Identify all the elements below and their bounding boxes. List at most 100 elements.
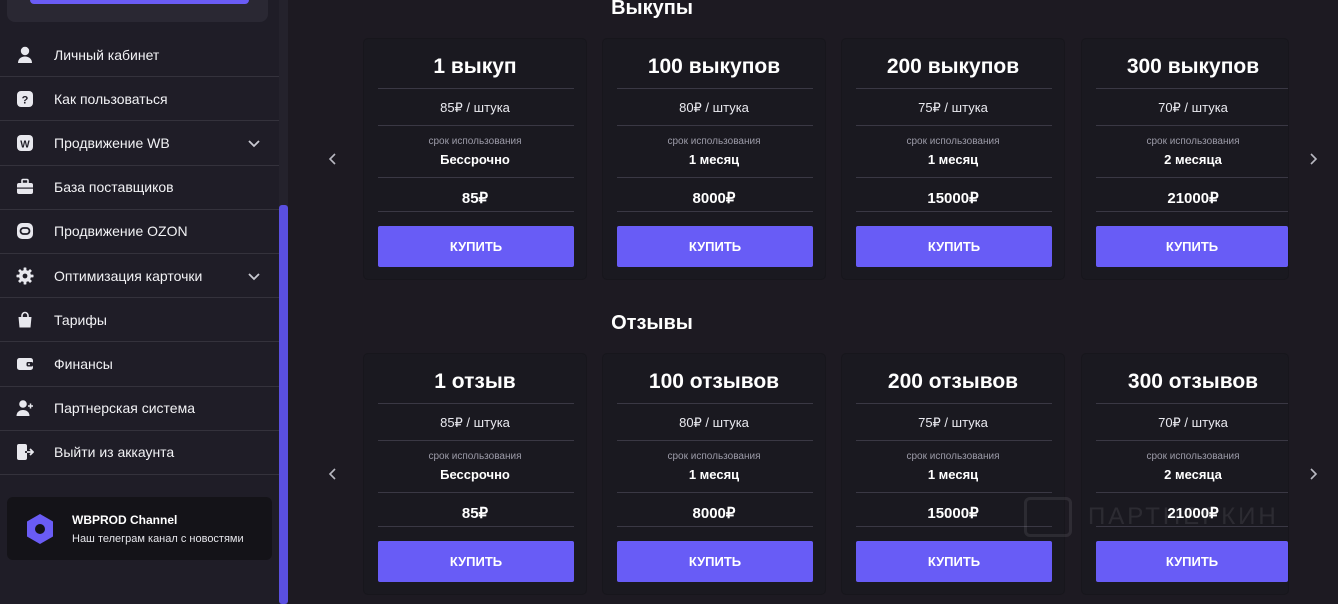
plan-term: 2 месяца — [1164, 467, 1222, 482]
divider — [856, 492, 1052, 493]
divider — [1096, 440, 1288, 441]
plan-total-price: 15000₽ — [927, 190, 979, 207]
chevron-left-icon[interactable] — [324, 150, 342, 168]
plan-term-label: срок использования — [1146, 451, 1240, 462]
plan-total-price: 8000₽ — [692, 505, 736, 522]
plan-card: 200 отзывов 75₽ / штука срок использован… — [842, 354, 1064, 594]
sidebar-item-wb-promotion[interactable]: W Продвижение WB — [0, 121, 279, 166]
sidebar-item-logout[interactable]: Выйти из аккаунта — [0, 431, 279, 475]
divider — [1096, 211, 1288, 212]
chevron-right-icon[interactable] — [1304, 465, 1322, 483]
divider — [378, 526, 574, 527]
chevron-down-icon[interactable] — [246, 135, 262, 151]
sidebar-scrollbar-thumb[interactable] — [279, 205, 288, 604]
sidebar-item-ozon-promotion[interactable]: Продвижение OZON — [0, 210, 279, 254]
section-title-reviews: Отзывы — [611, 312, 693, 334]
buy-button[interactable]: КУПИТЬ — [378, 541, 574, 582]
logout-icon — [15, 442, 35, 462]
sidebar-item-label: Личный кабинет — [54, 46, 160, 63]
bag-icon — [15, 310, 35, 330]
sidebar-item-card-optimization[interactable]: Оптимизация карточки — [0, 254, 279, 299]
plan-card: 300 отзывов 70₽ / штука срок использован… — [1082, 354, 1288, 594]
plan-term-label: срок использования — [428, 451, 522, 462]
divider — [856, 211, 1052, 212]
buy-button[interactable]: КУПИТЬ — [856, 541, 1052, 582]
buy-button[interactable]: КУПИТЬ — [617, 226, 813, 267]
divider — [1096, 88, 1288, 89]
watermark-text: ПАРТНЕРКИН — [1088, 503, 1279, 530]
divider — [1096, 492, 1288, 493]
divider — [378, 125, 574, 126]
divider — [856, 403, 1052, 404]
chevron-down-icon[interactable] — [246, 268, 262, 284]
plan-term-label: срок использования — [667, 136, 761, 147]
plan-card: 100 выкупов 80₽ / штука срок использован… — [603, 39, 825, 279]
plan-card: 1 отзыв 85₽ / штука срок использования Б… — [364, 354, 586, 594]
help-icon: ? — [15, 89, 35, 109]
divider — [378, 177, 574, 178]
divider — [617, 88, 813, 89]
plan-name: 100 отзывов — [648, 370, 780, 393]
divider — [617, 526, 813, 527]
chevron-right-icon[interactable] — [1304, 150, 1322, 168]
plan-term: 1 месяц — [688, 467, 740, 482]
divider — [378, 403, 574, 404]
plan-term-label: срок использования — [906, 451, 1000, 462]
sidebar-item-label: База поставщиков — [54, 179, 174, 196]
divider — [1096, 125, 1288, 126]
plan-term: 1 месяц — [688, 152, 740, 167]
divider — [617, 125, 813, 126]
sidebar-item-label: Как пользоваться — [54, 90, 168, 107]
sidebar-item-label: Выйти из аккаунта — [54, 444, 175, 461]
sidebar-item-label: Продвижение WB — [54, 134, 170, 151]
divider — [617, 492, 813, 493]
plan-price-per-unit: 80₽ / штука — [679, 415, 749, 430]
plan-term: Бессрочно — [440, 467, 510, 482]
plan-term: 1 месяц — [927, 467, 979, 482]
divider — [856, 526, 1052, 527]
sidebar-item-help[interactable]: ? Как пользоваться — [0, 77, 279, 122]
briefcase-icon — [15, 177, 35, 197]
divider — [1096, 403, 1288, 404]
divider — [617, 177, 813, 178]
ozon-icon — [15, 221, 35, 241]
divider — [856, 177, 1052, 178]
divider — [378, 440, 574, 441]
plan-total-price: 85₽ — [461, 190, 489, 207]
plan-price-per-unit: 75₽ / штука — [918, 415, 988, 430]
sidebar-item-label: Оптимизация карточки — [54, 267, 203, 284]
sidebar-item-suppliers[interactable]: База поставщиков — [0, 166, 279, 210]
plan-price-per-unit: 85₽ / штука — [440, 100, 510, 115]
sidebar-item-label: Тарифы — [54, 311, 107, 328]
divider — [617, 403, 813, 404]
plan-term: Бессрочно — [440, 152, 510, 167]
sidebar-item-account[interactable]: Личный кабинет — [0, 33, 279, 78]
buy-button[interactable]: КУПИТЬ — [1096, 226, 1288, 267]
plan-name: 300 выкупов — [1126, 55, 1260, 78]
watermark: ПАРТНЕРКИН — [1024, 497, 1314, 537]
plan-card: 300 выкупов 70₽ / штука срок использован… — [1082, 39, 1288, 279]
sidebar-item-finances[interactable]: Финансы — [0, 342, 279, 387]
divider — [856, 88, 1052, 89]
buy-button[interactable]: КУПИТЬ — [378, 226, 574, 267]
divider — [378, 88, 574, 89]
user-add-icon — [15, 398, 35, 418]
plan-card: 200 выкупов 75₽ / штука срок использован… — [842, 39, 1064, 279]
plan-card: 1 выкуп 85₽ / штука срок использования Б… — [364, 39, 586, 279]
telegram-channel-card[interactable]: WBPROD Channel Наш телеграм канал с ново… — [7, 497, 272, 560]
sidebar-item-label: Финансы — [54, 355, 113, 372]
buy-button[interactable]: КУПИТЬ — [617, 541, 813, 582]
plan-price-per-unit: 70₽ / штука — [1158, 415, 1228, 430]
sidebar-item-label: Партнерская система — [54, 400, 196, 417]
svg-text:W: W — [20, 139, 30, 150]
plan-term-label: срок использования — [906, 136, 1000, 147]
buy-button[interactable]: КУПИТЬ — [856, 226, 1052, 267]
wallet-icon — [15, 354, 35, 374]
sidebar-item-label: Продвижение OZON — [54, 223, 188, 240]
sidebar-item-tariffs[interactable]: Тарифы — [0, 298, 279, 343]
divider — [617, 440, 813, 441]
sidebar-top-button[interactable] — [30, 0, 249, 4]
buy-button[interactable]: КУПИТЬ — [1096, 541, 1288, 582]
chevron-left-icon[interactable] — [324, 465, 342, 483]
sidebar-item-partner-system[interactable]: Партнерская система — [0, 387, 279, 431]
